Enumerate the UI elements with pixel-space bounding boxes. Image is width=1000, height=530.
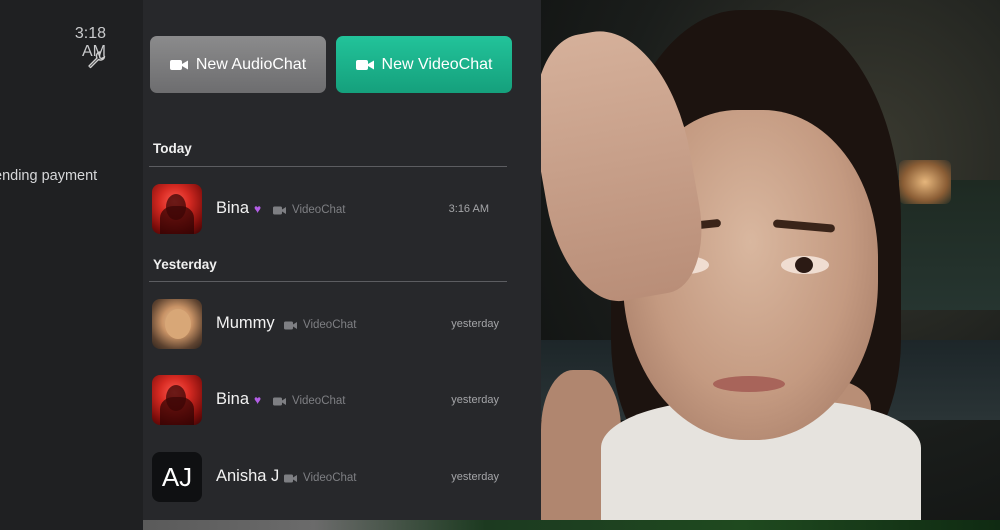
call-time: yesterday [451,318,499,330]
video-camera-icon [355,59,374,70]
call-row[interactable]: Mummy VideoChat yesterday [143,291,541,357]
call-row[interactable]: AJ Anisha J VideoChat yesterday [143,444,541,510]
app-screen: 3:18 AM ending payment New AudioChat New… [0,0,1000,530]
call-row[interactable]: Bina ♥ VideoChat yesterday [143,367,541,433]
new-videochat-label: New VideoChat [381,55,493,73]
call-type: VideoChat [284,472,357,484]
video-camera-icon [284,474,297,482]
pending-payment-text: ending payment [0,168,98,184]
video-camera-icon [284,321,297,329]
call-type: VideoChat [284,319,357,331]
side-panel: 3:18 AM ending payment [0,0,143,530]
divider [149,166,507,167]
contact-name: Mummy [216,314,275,332]
avatar [152,375,202,425]
contact-name: Anisha J [216,467,280,485]
purple-heart-icon: ♥ [254,201,262,216]
new-audiochat-button[interactable]: New AudioChat [150,36,326,93]
call-time: yesterday [451,394,499,406]
call-type: VideoChat [273,204,346,216]
video-camera-icon [169,59,188,70]
avatar: AJ [152,452,202,502]
avatar [152,184,202,234]
divider [149,281,507,282]
pending-payment-notice[interactable]: ending payment [0,168,143,184]
new-audiochat-label: New AudioChat [195,55,307,73]
call-list-panel: New AudioChat New VideoChat Today Bina ♥ [143,0,541,520]
call-time: yesterday [451,471,499,483]
call-time: 3:16 AM [448,203,489,215]
call-row[interactable]: Bina ♥ VideoChat 3:16 AM [143,176,541,242]
camera-preview [541,0,1000,520]
purple-heart-icon: ♥ [254,392,262,407]
contact-name: Bina ♥ [216,199,262,217]
wrench-icon[interactable] [86,50,106,70]
contact-name: Bina ♥ [216,390,262,408]
video-camera-icon [273,206,286,214]
section-yesterday: Yesterday [153,257,217,272]
video-camera-icon [273,397,286,405]
avatar [152,299,202,349]
call-type: VideoChat [273,395,346,407]
bottom-strip [143,520,1000,530]
new-videochat-button[interactable]: New VideoChat [336,36,512,93]
section-today: Today [153,141,192,156]
